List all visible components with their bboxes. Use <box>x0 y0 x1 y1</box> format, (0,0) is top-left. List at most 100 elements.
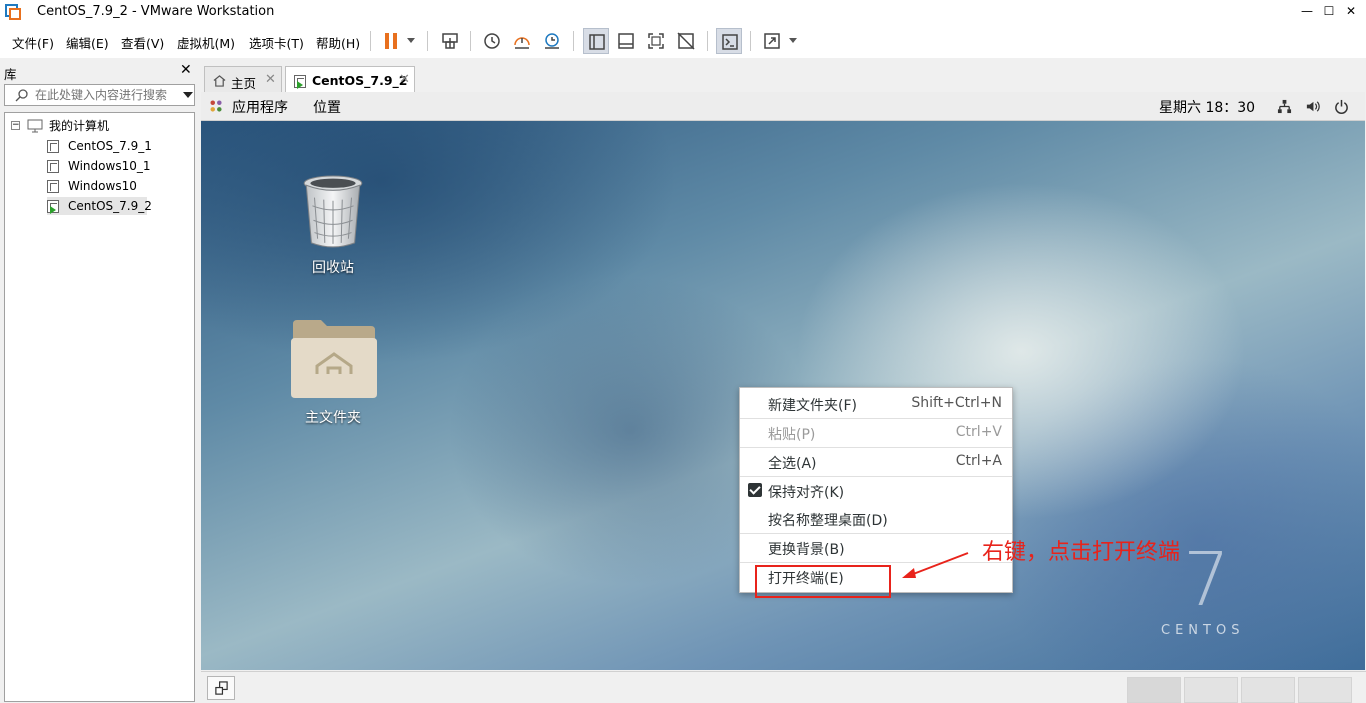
search-dropdown-icon[interactable] <box>183 92 193 98</box>
console-view-icon[interactable] <box>716 28 742 54</box>
tree-item-centos-7-9-2[interactable]: CentOS_7.9_2 <box>47 197 152 215</box>
vmware-window: CentOS_7.9_2 - VMware Workstation — ☐ ✕ … <box>0 0 1366 703</box>
home-folder-label[interactable]: 主文件夹 <box>273 407 393 427</box>
full-screen-icon[interactable] <box>643 28 669 54</box>
tree-item-centos-7-9-1[interactable]: CentOS_7.9_1 <box>47 137 157 155</box>
menu-item-keep-aligned[interactable]: 保持对齐(K) <box>740 476 1012 504</box>
show-library-icon[interactable] <box>583 28 609 54</box>
tree-item-windows10[interactable]: Windows10 <box>47 177 157 195</box>
snapshot-manager-icon[interactable] <box>539 28 565 54</box>
menu-item-shortcut: Ctrl+A <box>955 453 1002 469</box>
toolbar-separator <box>573 31 574 51</box>
menu-item-shortcut: Shift+Ctrl+N <box>911 395 1002 411</box>
tree-root-label: 我的计算机 <box>49 119 110 133</box>
send-ctrl-alt-del-icon[interactable] <box>437 28 463 54</box>
power-icon[interactable] <box>1334 99 1349 114</box>
library-panel: 库 ✕ − 我的计算机 CentOS_7.9_1 Windows10_1 <box>0 60 197 702</box>
menu-view[interactable]: 查看(V) <box>121 33 164 52</box>
power-dropdown-icon[interactable] <box>407 38 415 43</box>
home-folder-icon[interactable] <box>291 318 377 400</box>
annotation-arrow-icon <box>902 552 969 578</box>
collapse-icon[interactable]: − <box>11 121 20 130</box>
toolbar-separator <box>750 31 751 51</box>
stretch-dropdown-icon[interactable] <box>789 38 797 43</box>
menu-item-label: 新建文件夹(F) <box>768 398 857 414</box>
library-search[interactable] <box>4 84 195 106</box>
tab-centos-7-9-2[interactable]: CentOS_7.9_2 ✕ <box>285 66 415 94</box>
window-title: CentOS_7.9_2 - VMware Workstation <box>37 4 275 19</box>
title-bar: CentOS_7.9_2 - VMware Workstation — ☐ ✕ <box>0 0 1366 24</box>
thumbnail-bar-icon[interactable] <box>613 28 639 54</box>
tree-item-label: CentOS_7.9_2 <box>68 199 152 213</box>
library-tree: − 我的计算机 CentOS_7.9_1 Windows10_1 Windows… <box>4 112 195 702</box>
annotation-highlight-box <box>755 565 891 598</box>
menu-item-change-background[interactable]: 更换背景(B) <box>740 533 1012 561</box>
desktop-context-menu: 新建文件夹(F) Shift+Ctrl+N 粘贴(P) Ctrl+V 全选(A)… <box>739 387 1013 593</box>
menu-tabs[interactable]: 选项卡(T) <box>249 33 304 52</box>
trash-icon[interactable] <box>302 175 364 249</box>
menu-item-label: 保持对齐(K) <box>768 485 845 501</box>
trash-label[interactable]: 回收站 <box>273 257 393 277</box>
tab-close-button[interactable]: ✕ <box>265 72 276 87</box>
menu-item-label: 更换背景(B) <box>768 542 845 558</box>
search-input[interactable] <box>35 87 175 103</box>
home-icon <box>213 75 226 87</box>
centos-brand-number: 7 <box>1183 537 1231 623</box>
menu-edit[interactable]: 编辑(E) <box>66 33 109 52</box>
toolbar-separator <box>370 31 371 51</box>
pause-icon[interactable] <box>378 28 404 54</box>
status-slot[interactable] <box>1241 677 1295 703</box>
menu-item-new-folder[interactable]: 新建文件夹(F) Shift+Ctrl+N <box>740 389 1012 417</box>
close-button[interactable]: ✕ <box>1336 0 1366 24</box>
vm-icon <box>47 160 59 173</box>
menu-help[interactable]: 帮助(H) <box>316 33 360 52</box>
library-title: 库 <box>4 67 17 82</box>
menu-file[interactable]: 文件(F) <box>12 33 54 52</box>
snapshot-icon[interactable] <box>479 28 505 54</box>
running-indicator-icon <box>297 81 303 89</box>
tree-item-label: Windows10_1 <box>68 159 151 173</box>
status-slot[interactable] <box>1127 677 1181 703</box>
menu-item-label: 全选(A) <box>768 456 817 472</box>
menu-item-paste[interactable]: 粘贴(P) Ctrl+V <box>740 418 1012 446</box>
tab-label: 主页 <box>231 76 257 91</box>
menu-item-select-all[interactable]: 全选(A) Ctrl+A <box>740 447 1012 475</box>
tab-strip: 主页 ✕ CentOS_7.9_2 ✕ <box>200 62 1366 94</box>
toolbar-separator <box>427 31 428 51</box>
stretch-guest-icon[interactable] <box>759 28 785 54</box>
toolbar-separator <box>707 31 708 51</box>
checkbox-checked-icon <box>748 483 762 497</box>
status-slot[interactable] <box>1298 677 1352 703</box>
restore-icon <box>215 681 228 695</box>
menu-toolbar: 文件(F) 编辑(E) 查看(V) 虚拟机(M) 选项卡(T) 帮助(H) <box>0 24 1366 58</box>
menu-item-shortcut: Ctrl+V <box>955 424 1002 440</box>
unity-mode-icon[interactable] <box>673 28 699 54</box>
tab-close-button[interactable]: ✕ <box>399 72 410 87</box>
status-bar <box>201 671 1366 703</box>
menu-vm[interactable]: 虚拟机(M) <box>177 33 235 52</box>
volume-icon[interactable] <box>1305 99 1320 114</box>
tree-root-my-computer[interactable]: − 我的计算机 <box>11 117 181 135</box>
vmware-logo-icon <box>5 4 21 20</box>
tree-item-windows10-1[interactable]: Windows10_1 <box>47 157 157 175</box>
menu-item-label: 粘贴(P) <box>768 427 816 443</box>
computer-icon <box>27 119 43 133</box>
vm-icon <box>47 140 59 153</box>
menu-item-organize-desktop[interactable]: 按名称整理桌面(D) <box>740 504 1012 532</box>
tree-item-label: Windows10 <box>68 179 137 193</box>
search-icon <box>15 89 28 102</box>
vm-icon <box>47 180 59 193</box>
places-menu[interactable]: 位置 <box>313 97 341 117</box>
revert-snapshot-icon[interactable] <box>509 28 535 54</box>
library-close-button[interactable]: ✕ <box>180 62 192 78</box>
tab-label: CentOS_7.9_2 <box>312 73 408 88</box>
restore-view-button[interactable] <box>207 676 235 700</box>
menu-item-label: 按名称整理桌面(D) <box>768 513 888 529</box>
centos-brand-text: CENTOS <box>1161 623 1245 638</box>
clock[interactable]: 星期六 18：30 <box>1159 97 1255 117</box>
tab-home[interactable]: 主页 ✕ <box>204 66 282 94</box>
applications-menu[interactable]: 应用程序 <box>232 97 288 117</box>
network-icon[interactable] <box>1277 99 1292 114</box>
tree-item-label: CentOS_7.9_1 <box>68 139 152 153</box>
status-slot[interactable] <box>1184 677 1238 703</box>
